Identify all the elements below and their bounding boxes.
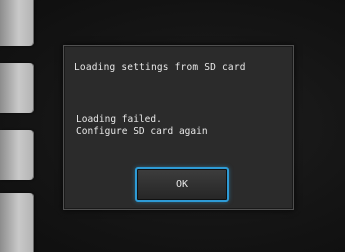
dialog-message-line-2: Configure SD card again [76, 126, 208, 137]
ok-button[interactable]: OK [135, 167, 229, 202]
dialog-title: Loading settings from SD card [74, 62, 246, 73]
error-dialog: Loading settings from SD card Loading fa… [63, 45, 294, 210]
side-menu-button-4[interactable] [0, 193, 34, 252]
side-menu-button-2[interactable] [0, 63, 34, 113]
device-screen: Loading settings from SD card Loading fa… [0, 0, 345, 252]
dialog-message-line-1: Loading failed. [76, 114, 162, 125]
side-menu-button-3[interactable] [0, 130, 34, 180]
dialog-message: Loading failed. Configure SD card again [76, 114, 208, 138]
side-menu-button-1[interactable] [0, 0, 34, 46]
